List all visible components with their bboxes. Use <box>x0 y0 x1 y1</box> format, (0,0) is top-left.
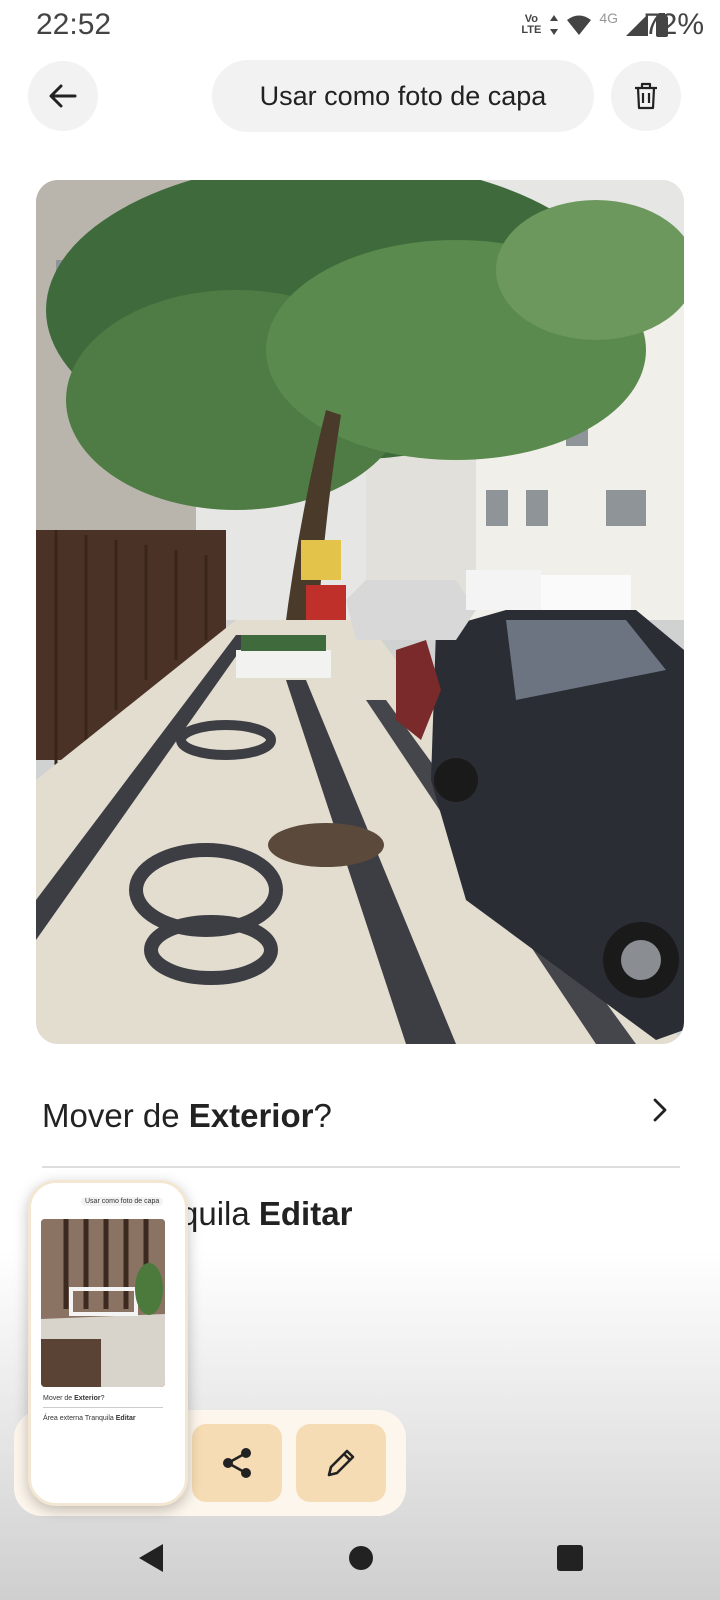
network-type: 4G <box>599 10 618 26</box>
thumb-divider <box>43 1407 163 1408</box>
pencil-icon <box>327 1449 355 1477</box>
screenshot-thumbnail[interactable]: Usar como foto de capa Mover de Exterior… <box>28 1180 188 1506</box>
arrow-left-icon <box>49 84 77 108</box>
caption-edit-row[interactable]: quila Editar <box>180 1195 352 1233</box>
share-button[interactable] <box>192 1424 282 1502</box>
share-icon <box>223 1448 251 1478</box>
use-as-cover-button[interactable]: Usar como foto de capa <box>212 60 594 132</box>
nav-back-icon[interactable] <box>136 1542 166 1574</box>
edit-screenshot-button[interactable] <box>296 1424 386 1502</box>
volte-icon: Vo LTE <box>521 13 542 36</box>
battery-percent: 72% <box>643 8 704 41</box>
data-arrows-icon <box>550 15 559 35</box>
nav-recents-icon[interactable] <box>556 1544 584 1572</box>
thumb-cover-label: Usar como foto de capa <box>81 1197 164 1206</box>
move-room-row[interactable]: Mover de Exterior? <box>42 1085 682 1145</box>
status-time: 22:52 <box>36 8 112 41</box>
street-photo <box>36 180 684 1044</box>
back-button[interactable] <box>28 61 98 131</box>
delete-button[interactable] <box>611 61 681 131</box>
trash-icon <box>635 82 657 110</box>
divider <box>42 1166 680 1168</box>
wifi-icon <box>567 15 592 35</box>
thumb-move-text: Mover de Exterior? <box>43 1395 105 1402</box>
move-room-text: Mover de Exterior? <box>42 1097 332 1134</box>
thumb-photo <box>41 1219 165 1387</box>
thumb-edit-text: Área externa Tranquila Editar <box>43 1415 136 1422</box>
chevron-right-icon <box>653 1098 667 1122</box>
navigation-bar <box>0 1530 720 1600</box>
nav-home-icon[interactable] <box>347 1544 375 1572</box>
status-bar: 22:52 Vo LTE 4G 72% <box>0 0 720 50</box>
edit-link[interactable]: Editar <box>259 1195 353 1232</box>
